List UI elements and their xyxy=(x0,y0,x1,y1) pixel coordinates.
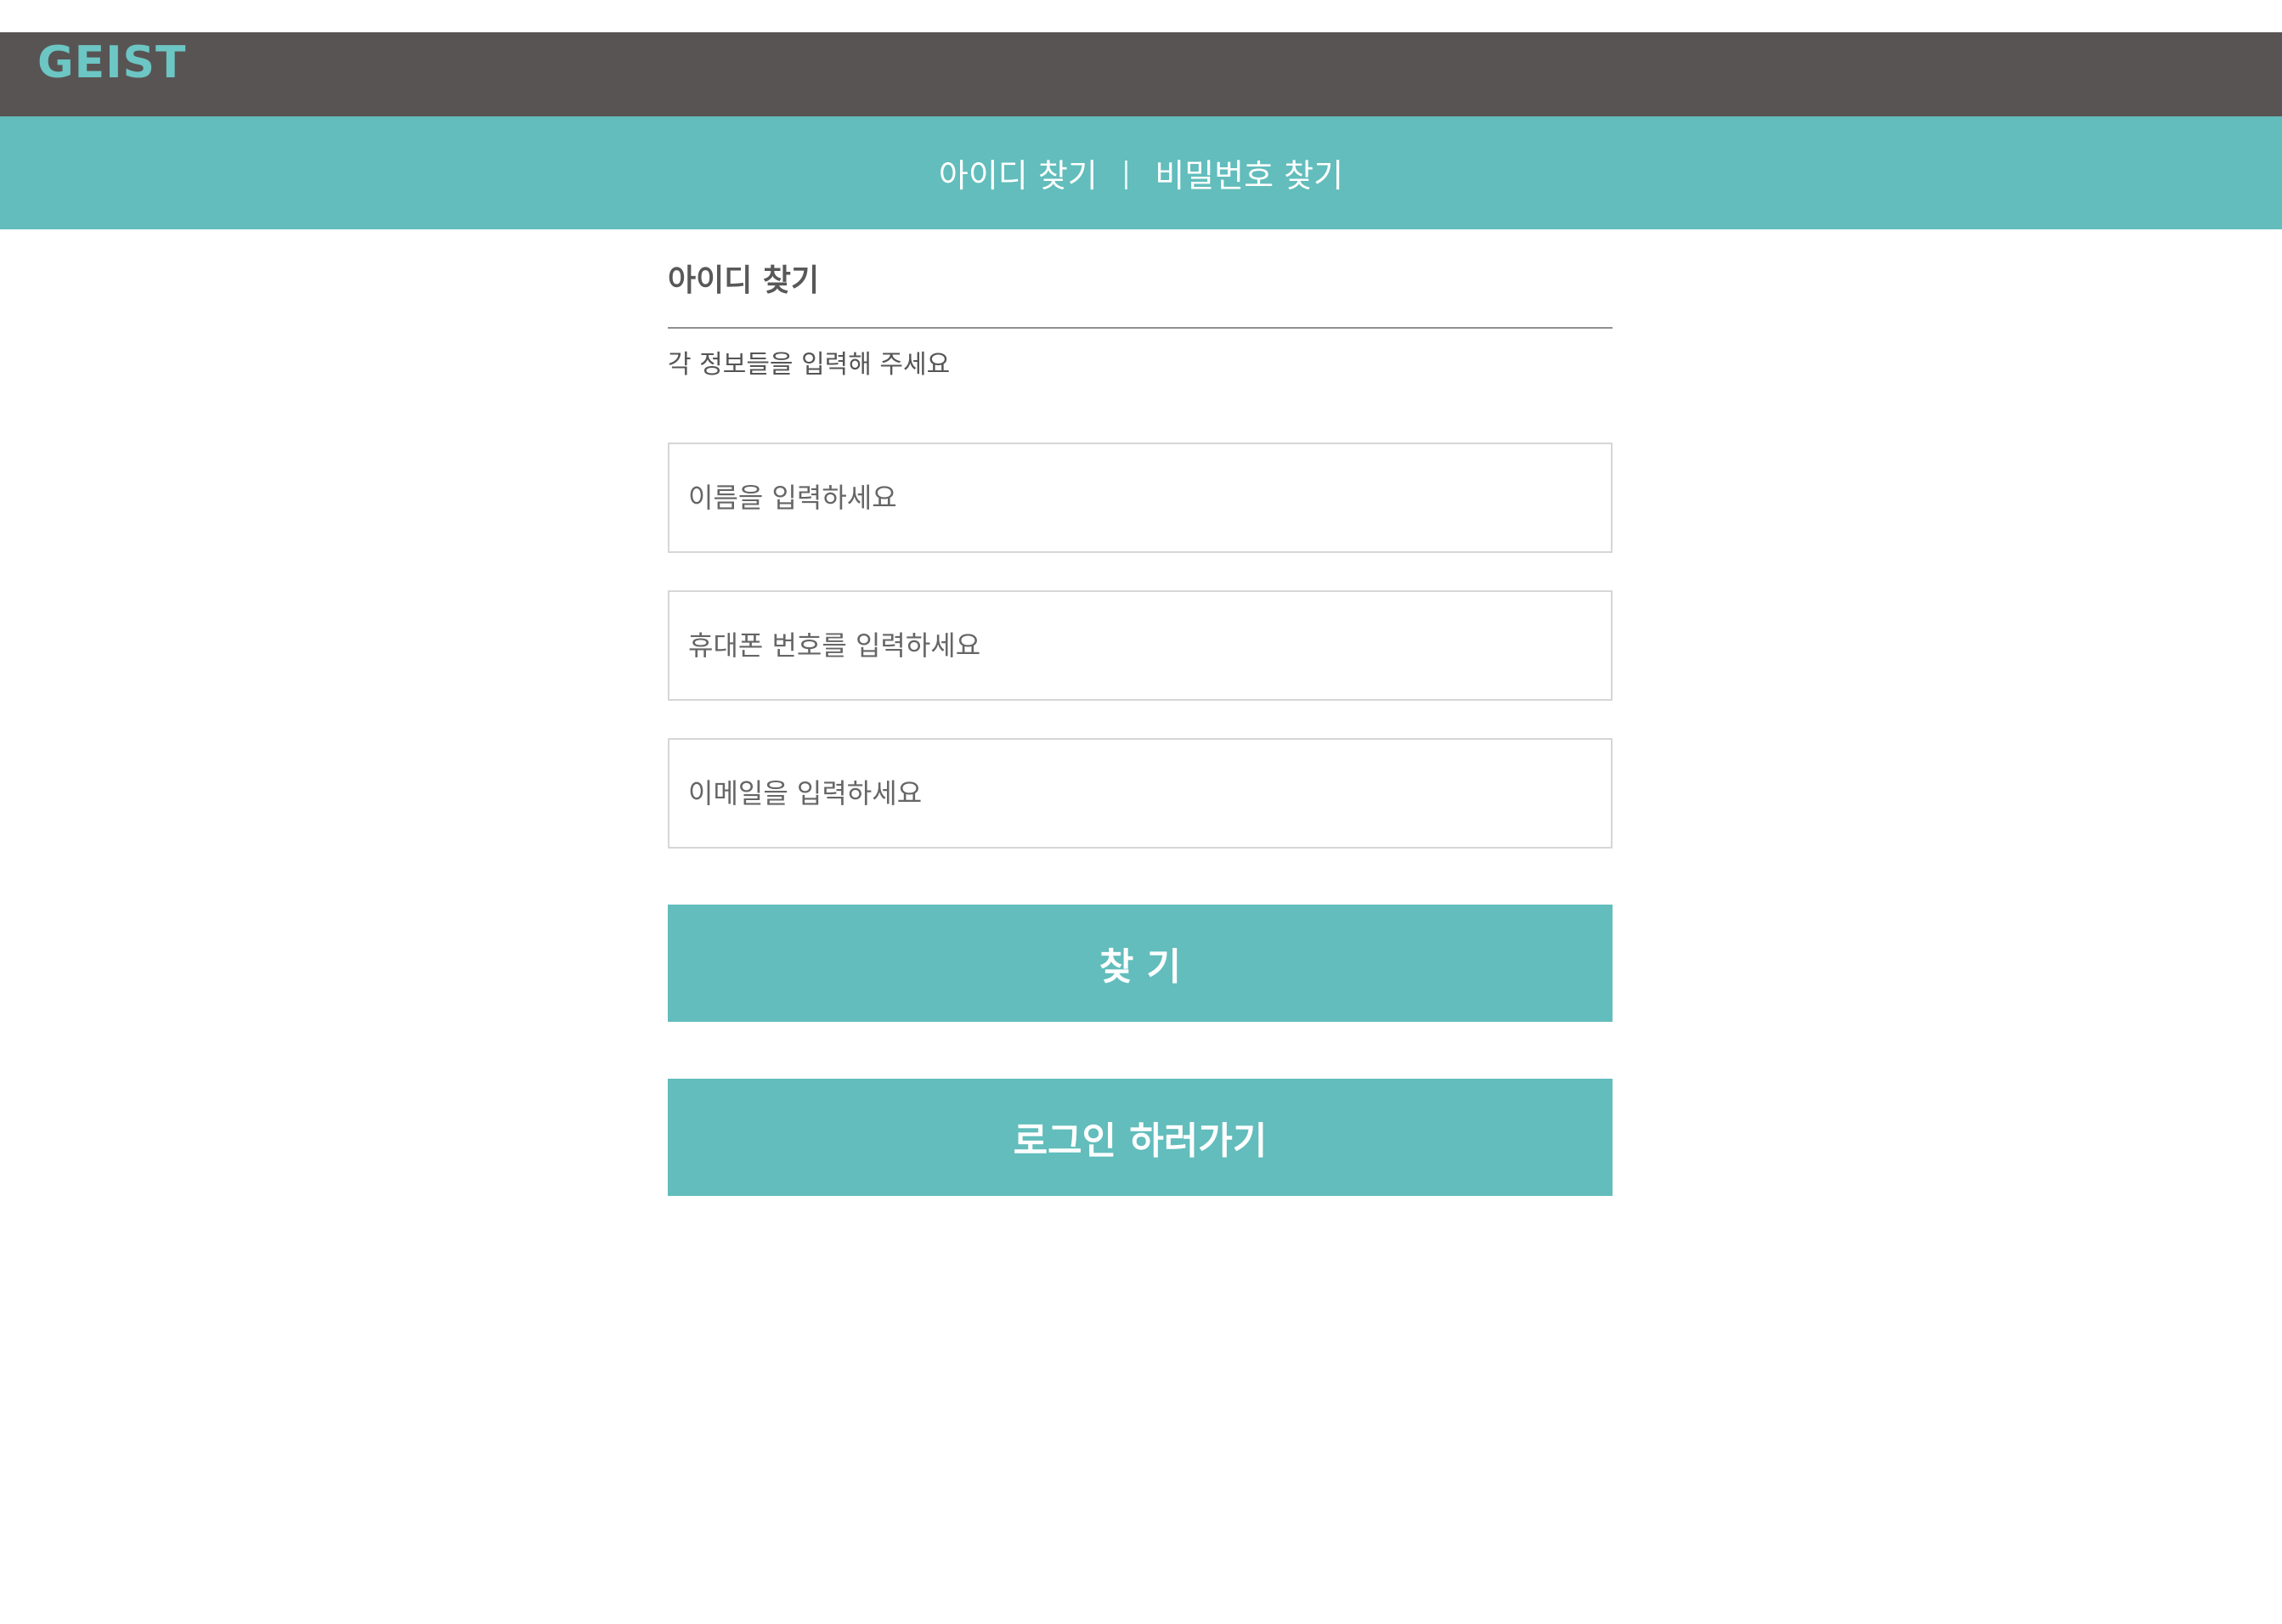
site-header: GEIST xyxy=(0,32,2282,116)
nav-find-password-link[interactable]: 비밀번호 찾기 xyxy=(1155,149,1343,196)
email-input[interactable] xyxy=(668,738,1613,849)
find-id-form: 아이디 찾기 각 정보들을 입력해 주세요 찾 기 로그인 하러가기 xyxy=(668,229,1613,1196)
title-divider xyxy=(668,327,1613,329)
nav-separator: | xyxy=(1121,155,1132,190)
top-strip xyxy=(0,0,2282,32)
form-instruction: 각 정보들을 입력해 주세요 xyxy=(668,350,951,380)
form-title: 아이디 찾기 xyxy=(668,263,820,298)
nav-find-id-link[interactable]: 아이디 찾기 xyxy=(939,149,1098,196)
go-to-login-button[interactable]: 로그인 하러가기 xyxy=(668,1079,1613,1196)
find-account-nav: 아이디 찾기 | 비밀번호 찾기 xyxy=(0,116,2282,229)
name-input[interactable] xyxy=(668,443,1613,553)
phone-input[interactable] xyxy=(668,590,1613,701)
logo[interactable]: GEIST xyxy=(37,36,186,90)
find-button[interactable]: 찾 기 xyxy=(668,905,1613,1022)
